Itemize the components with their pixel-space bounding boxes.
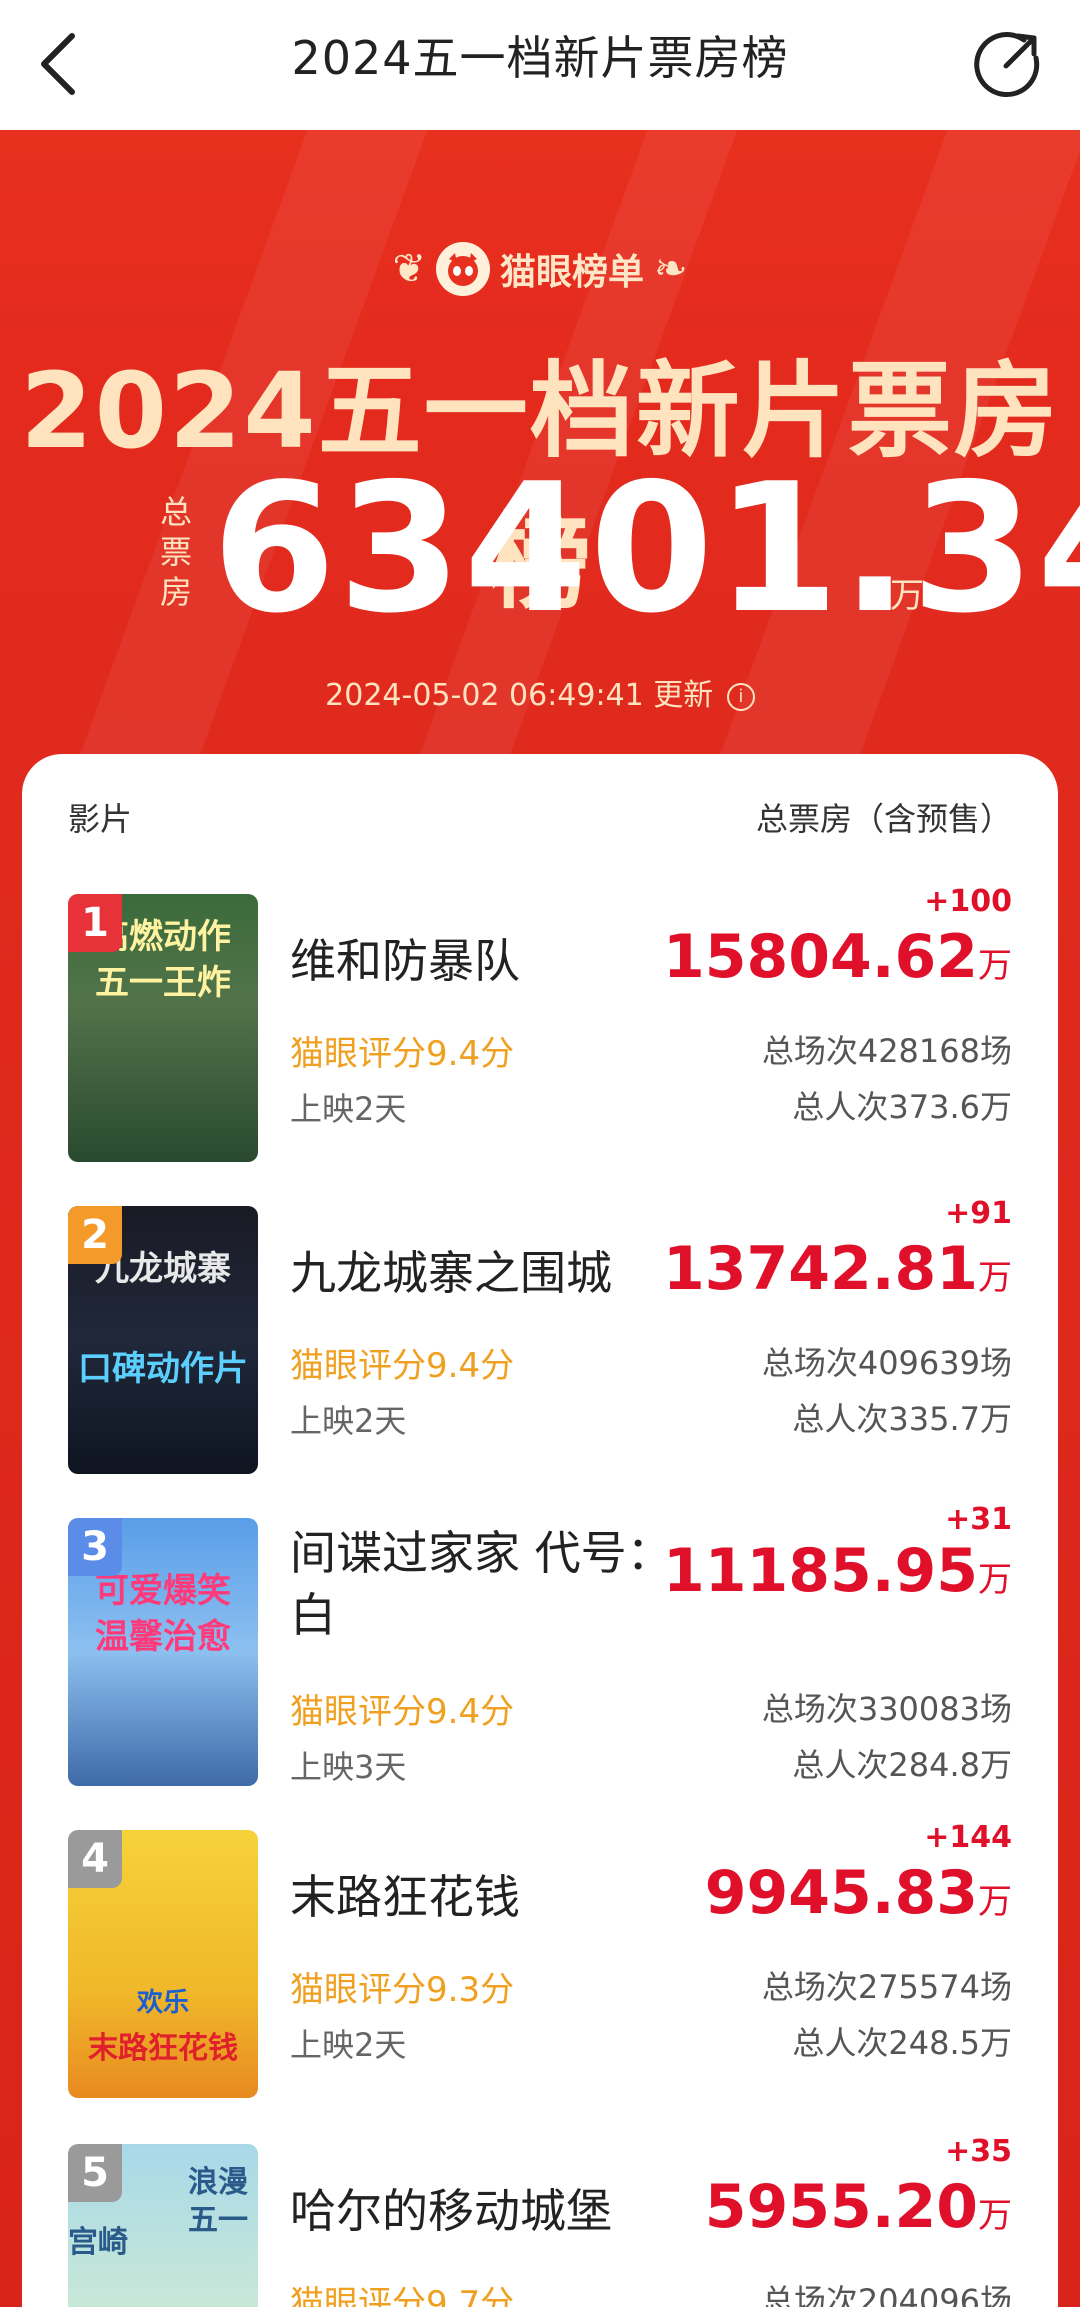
movie-title: 九龙城寨之围城	[290, 1246, 612, 1300]
brand-badge: ❦ 猫眼榜单 ❧	[0, 242, 1080, 296]
list-item[interactable]: 浪漫五一 宫崎 5 哈尔的移动城堡 猫眼评分9.7分 +35 5955.20万 …	[68, 2134, 1012, 2307]
movie-poster: 可爱爆笑 温馨治愈 3	[68, 1518, 258, 1786]
movie-title: 间谍过家家 代号：白	[290, 1526, 673, 1642]
gross-delta: +144	[924, 1820, 1012, 1855]
list-item[interactable]: 欢乐 末路狂花钱 4 末路狂花钱 猫眼评分9.3分 上映2天 +144 9945…	[68, 1820, 1012, 2100]
update-time-text: 2024-05-02 06:49:41 更新	[325, 678, 714, 713]
total-admissions: 总人次248.5万	[792, 2024, 1012, 2062]
total-unit: 万	[890, 576, 924, 616]
movie-title: 末路狂花钱	[290, 1870, 520, 1924]
gross-delta: +31	[945, 1502, 1012, 1537]
movie-gross: 15804.62万	[662, 922, 1012, 992]
movie-score: 猫眼评分9.7分	[290, 2284, 515, 2307]
rank-badge: 5	[68, 2144, 122, 2202]
total-box-office-value: 63401.34	[212, 445, 1080, 652]
gross-delta: +35	[945, 2134, 1012, 2169]
list-item[interactable]: 高燃动作 五一王炸 1 维和防暴队 猫眼评分9.4分 上映2天 +100 158…	[68, 884, 1012, 1164]
header-gross-label: 总票房（含预售）	[755, 800, 1012, 838]
laurel-left-icon: ❦	[392, 246, 426, 292]
header-film-label: 影片	[68, 800, 133, 838]
movie-gross: 5955.20万	[704, 2172, 1012, 2242]
ranking-card: 影片 总票房（含预售） 高燃动作 五一王炸 1 维和防暴队 猫眼评分9.4分 上…	[22, 754, 1058, 2307]
total-shows: 总场次409639场	[761, 1344, 1012, 1382]
laurel-right-icon: ❧	[654, 246, 688, 292]
list-item[interactable]: 可爱爆笑 温馨治愈 3 间谍过家家 代号：白 猫眼评分9.4分 上映3天 +31…	[68, 1502, 1012, 1788]
movie-title: 维和防暴队	[290, 934, 520, 988]
movie-poster: 浪漫五一 宫崎 5	[68, 2144, 258, 2307]
rank-badge: 1	[68, 894, 122, 952]
gross-delta: +91	[945, 1196, 1012, 1231]
movie-score: 猫眼评分9.4分	[290, 1034, 515, 1074]
total-shows: 总场次275574场	[761, 1968, 1012, 2006]
total-shows: 总场次204096场	[761, 2282, 1012, 2307]
movie-poster: 九龙城寨 口碑动作片 2	[68, 1206, 258, 1474]
total-admissions: 总人次335.7万	[792, 1400, 1012, 1438]
share-icon[interactable]	[972, 26, 1046, 100]
list-item[interactable]: 九龙城寨 口碑动作片 2 九龙城寨之围城 猫眼评分9.4分 上映2天 +91 1…	[68, 1196, 1012, 1476]
rank-badge: 4	[68, 1830, 122, 1888]
release-days: 上映3天	[290, 1748, 407, 1786]
rank-badge: 2	[68, 1206, 122, 1264]
total-admissions: 总人次284.8万	[792, 1746, 1012, 1784]
ranking-header: 影片 总票房（含预售）	[68, 794, 1012, 844]
movie-score: 猫眼评分9.3分	[290, 1970, 515, 2010]
movie-score: 猫眼评分9.4分	[290, 1346, 515, 1386]
total-label: 总 票 房	[159, 493, 192, 611]
movie-gross: 13742.81万	[662, 1234, 1012, 1304]
total-shows: 总场次428168场	[761, 1032, 1012, 1070]
gross-delta: +100	[924, 884, 1012, 919]
page-title: 2024五一档新片票房榜	[291, 31, 789, 85]
cat-eye-logo-icon	[435, 242, 490, 296]
release-days: 上映2天	[290, 1402, 407, 1440]
info-icon[interactable]: i	[726, 682, 755, 711]
movie-gross: 11185.95万	[662, 1536, 1012, 1606]
movie-score: 猫眼评分9.4分	[290, 1692, 515, 1732]
release-days: 上映2天	[290, 1090, 407, 1128]
rank-badge: 3	[68, 1518, 122, 1576]
movie-poster: 欢乐 末路狂花钱 4	[68, 1830, 258, 2098]
total-admissions: 总人次373.6万	[792, 1088, 1012, 1126]
top-nav-bar: 2024五一档新片票房榜	[0, 0, 1080, 130]
brand-label: 猫眼榜单	[499, 252, 644, 293]
movie-poster: 高燃动作 五一王炸 1	[68, 894, 258, 1162]
total-shows: 总场次330083场	[761, 1690, 1012, 1728]
movie-gross: 9945.83万	[704, 1858, 1012, 1928]
update-time: 2024-05-02 06:49:41 更新 i	[0, 670, 1080, 714]
release-days: 上映2天	[290, 2026, 407, 2064]
movie-title: 哈尔的移动城堡	[290, 2184, 612, 2238]
